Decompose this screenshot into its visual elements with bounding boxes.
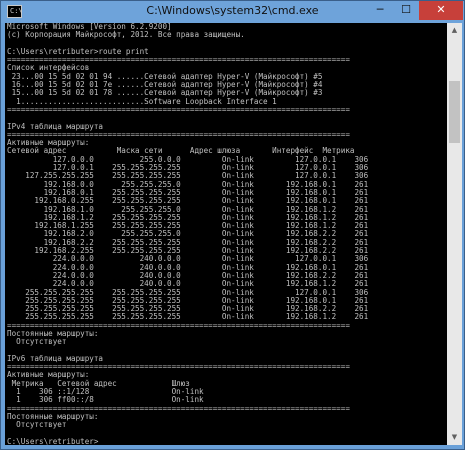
scroll-up-arrow-icon[interactable]: ▲ — [447, 23, 462, 38]
minimize-button[interactable]: ─ — [367, 1, 393, 20]
console-line: (c) Корпорация Майкрософт, 2012. Все пра… — [7, 30, 245, 40]
scrollbar-thumb[interactable] — [449, 81, 460, 143]
scroll-down-arrow-icon[interactable]: ▼ — [447, 430, 462, 445]
console-output[interactable]: Microsoft Windows [Version 6.2.9200] (c) … — [5, 23, 447, 445]
console-line: ========================================… — [7, 104, 350, 114]
maximize-button[interactable]: ☐ — [393, 1, 419, 20]
cmd-window: C:\ C:\Windows\system32\cmd.exe ─ ☐ ✕ Mi… — [0, 0, 465, 450]
console-line: Постоянные маршруты: — [7, 411, 99, 421]
console-line: C:\Users\retributer> — [7, 436, 99, 445]
console-line: Отсутствует — [7, 420, 67, 430]
console-line: Отсутствует — [7, 337, 67, 347]
console-text: Microsoft Windows [Version 6.2.9200] (c) … — [5, 23, 447, 445]
close-button[interactable]: ✕ — [419, 1, 463, 20]
title-bar[interactable]: C:\ C:\Windows\system32\cmd.exe ─ ☐ ✕ — [1, 1, 464, 23]
console-line: Постоянные маршруты: — [7, 328, 99, 338]
vertical-scrollbar[interactable]: ▲ ▼ — [447, 23, 462, 445]
